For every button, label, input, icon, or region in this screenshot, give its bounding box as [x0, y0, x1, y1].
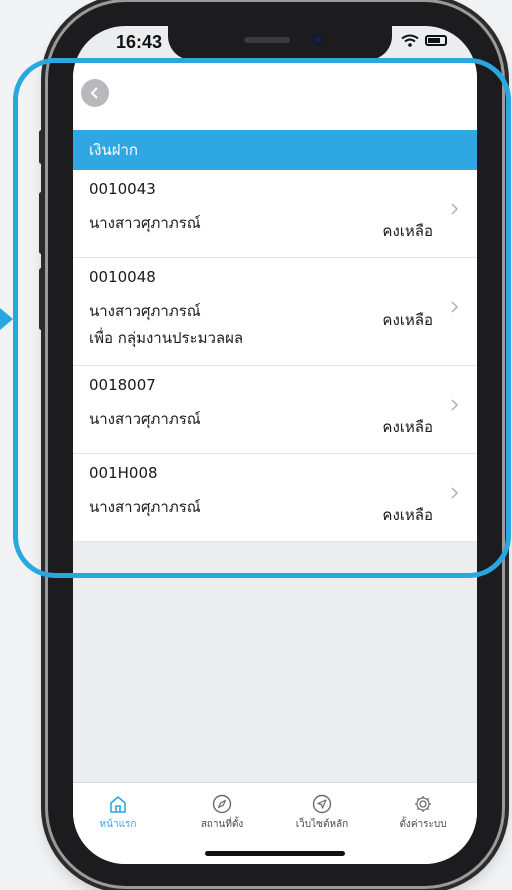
tab-home[interactable]: หน้าแรก [73, 793, 163, 832]
chevron-left-icon [90, 87, 98, 99]
status-time: 16:43 [116, 32, 163, 52]
balance-label: คงเหลือ [382, 506, 433, 524]
status-icons [401, 34, 447, 47]
balance-label: คงเหลือ [382, 222, 433, 240]
tab-settings[interactable]: ตั้งค่าระบบ [378, 793, 468, 832]
section-title: เงินฝาก [89, 141, 138, 159]
account-row[interactable]: 001H008 นางสาวศุภาภรณ์ คงเหลือ [73, 454, 477, 542]
balance-label: คงเหลือ [382, 311, 433, 329]
stage: 16:43 เงินฝาก 0010043 นางสาวศุภาภรณ์ คงเ… [0, 0, 512, 890]
account-row[interactable]: 0010043 นางสาวศุภาภรณ์ คงเหลือ [73, 170, 477, 258]
notch [168, 24, 392, 60]
chevron-right-icon [451, 487, 459, 499]
pointer-arrow-icon [0, 308, 13, 330]
back-button[interactable] [81, 79, 109, 107]
account-number: 0010043 [89, 180, 156, 198]
tab-label: สถานที่ตั้ง [200, 819, 244, 830]
chevron-right-icon [451, 399, 459, 411]
home-indicator [205, 851, 345, 856]
tab-label: เว็บไซต์หลัก [295, 819, 349, 830]
tab-label: ตั้งค่าระบบ [399, 819, 447, 830]
account-row[interactable]: 0018007 นางสาวศุภาภรณ์ คงเหลือ [73, 366, 477, 454]
navigate-arrow-icon [312, 794, 332, 814]
account-row[interactable]: 0010048 นางสาวศุภาภรณ์ เพื่อ กลุ่มงานประ… [73, 258, 477, 366]
gear-icon [415, 796, 431, 812]
chevron-right-icon [451, 301, 459, 313]
compass-icon [212, 794, 232, 814]
wifi-icon [401, 34, 419, 47]
account-number: 0018007 [89, 376, 156, 394]
tab-label: หน้าแรก [99, 819, 137, 830]
balance-label: คงเหลือ [382, 418, 433, 436]
section-header: เงินฝาก [73, 130, 477, 170]
battery-icon [425, 35, 447, 46]
tab-location[interactable]: สถานที่ตั้ง [177, 793, 267, 832]
app-screen: 16:43 เงินฝาก 0010043 นางสาวศุภาภรณ์ คงเ… [73, 26, 477, 864]
account-number: 0010048 [89, 268, 156, 286]
account-list: 0010043 นางสาวศุภาภรณ์ คงเหลือ 0010048 น… [73, 170, 477, 542]
chevron-right-icon [451, 203, 459, 215]
tab-website[interactable]: เว็บไซต์หลัก [277, 793, 367, 832]
account-number: 001H008 [89, 464, 158, 482]
home-icon [110, 796, 126, 813]
